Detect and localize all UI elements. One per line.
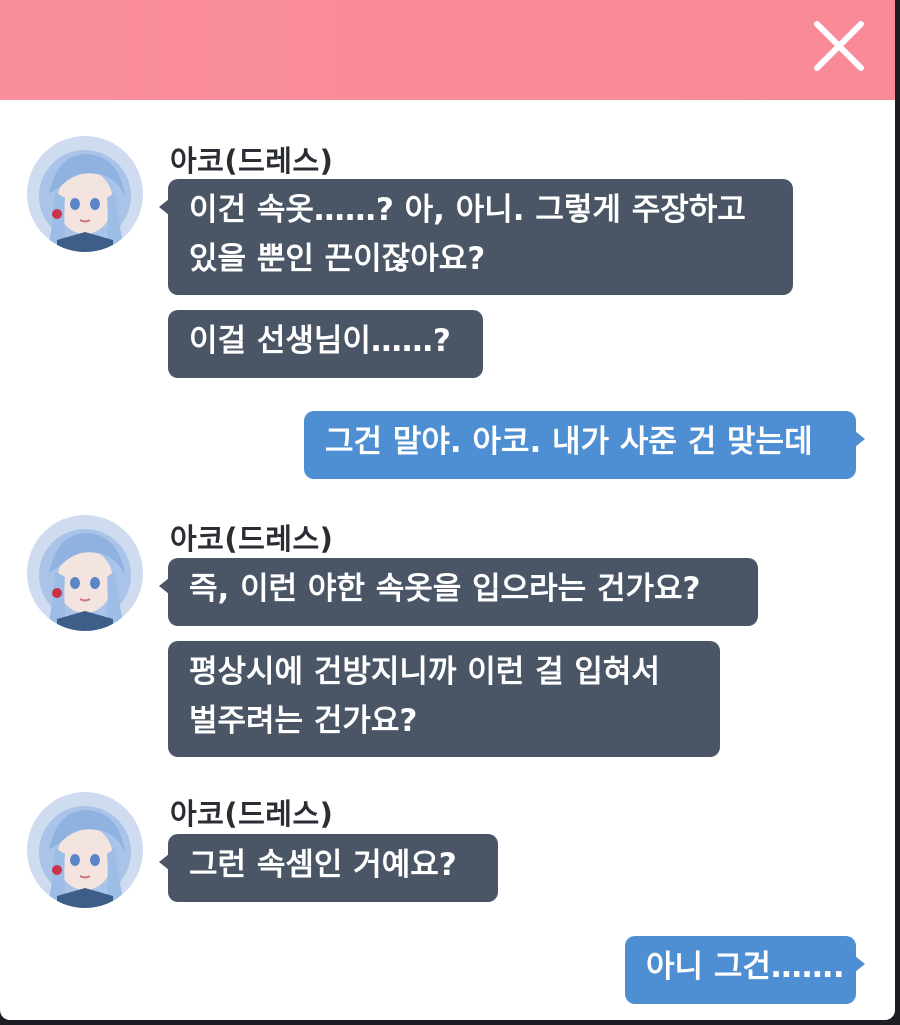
close-button[interactable] — [811, 18, 867, 74]
npc-message-bubble: 그런 속셈인 거예요? — [159, 834, 498, 902]
player-message-bubble: 그건 말야. 아코. 내가 사준 건 맞는데 — [304, 411, 865, 479]
chat-header — [0, 0, 895, 100]
close-icon — [814, 21, 864, 71]
speaker-name: 아코(드레스) — [170, 144, 334, 178]
avatar[interactable] — [27, 136, 143, 252]
avatar-image — [27, 792, 143, 908]
speaker-name: 아코(드레스) — [170, 797, 334, 831]
chat-window: 아코(드레스) 이건 속옷……? 아, 아니. 그렇게 주장하고 있을 뿐인 끈… — [0, 0, 895, 1020]
npc-message-bubble: 이걸 선생님이……? — [168, 310, 483, 378]
avatar-image — [27, 515, 143, 631]
avatar[interactable] — [27, 515, 143, 631]
speaker-name: 아코(드레스) — [170, 522, 334, 556]
avatar[interactable] — [27, 792, 143, 908]
npc-message-bubble: 즉, 이런 야한 속옷을 입으라는 건가요? — [159, 558, 758, 626]
player-message-bubble: 아니 그건……. — [625, 936, 865, 1004]
npc-message-bubble: 평상시에 건방지니까 이런 걸 입혀서 벌주려는 건가요? — [168, 641, 720, 757]
avatar-image — [27, 136, 143, 252]
npc-message-bubble: 이건 속옷……? 아, 아니. 그렇게 주장하고 있을 뿐인 끈이잖아요? — [159, 179, 793, 295]
